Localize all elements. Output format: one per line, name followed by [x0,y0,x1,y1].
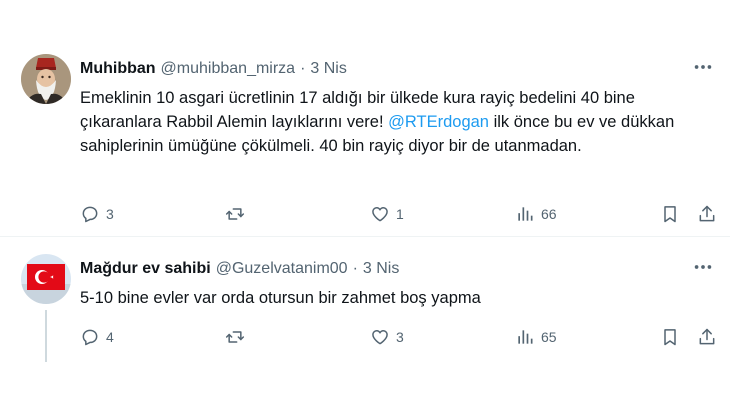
share-button[interactable] [697,201,717,227]
share-button[interactable] [697,324,717,350]
avatar-image [21,254,71,304]
heart-icon [372,207,388,222]
tweet-header: Muhibban @muhibban_mirza · 3 Nis [80,58,347,80]
more-horizontal-icon [694,65,712,69]
separator-dot: · [300,60,306,77]
share-icon [699,328,715,345]
tweet-text: Emeklinin 10 asgari ücretlinin 17 aldığı… [80,86,690,158]
reply-icon [82,329,98,346]
more-options-button[interactable] [692,56,714,78]
views-count: 66 [541,206,557,222]
tweet-actions: 3 1 66 [80,201,716,227]
user-handle[interactable]: @muhibban_mirza [161,60,296,78]
avatar-muhibban[interactable] [21,54,71,104]
tweet-time[interactable]: 3 Nis [310,60,346,78]
heart-icon [372,330,388,345]
mention-link[interactable]: @RTErdogan [388,113,489,131]
tweet-muhibban[interactable]: Muhibban @muhibban_mirza · 3 Nis Emeklin… [0,44,730,236]
bookmark-button[interactable] [660,324,680,350]
tweet-magdur-ev-sahibi[interactable]: Mağdur ev sahibi @Guzelvatanim00 · 3 Nis… [0,244,730,362]
bookmark-icon [664,206,676,223]
reply-count: 3 [106,206,114,222]
reply-button[interactable]: 3 [80,201,114,227]
retweet-icon [225,208,245,220]
views-button[interactable]: 66 [515,201,557,227]
retweet-button[interactable] [225,324,251,350]
user-handle[interactable]: @Guzelvatanim00 [216,260,348,278]
tweet-divider [0,236,730,237]
tweet-header: Mağdur ev sahibi @Guzelvatanim00 · 3 Nis [80,258,399,280]
reply-icon [82,206,98,223]
tweet-actions: 4 3 65 [80,324,716,350]
tweet-text: 5-10 bine evler var orda otursun bir zah… [80,289,481,307]
more-horizontal-icon [694,265,712,269]
avatar-magdur-ev-sahibi[interactable] [21,254,71,304]
retweet-button[interactable] [225,201,251,227]
avatar-image [21,54,71,104]
thread-line [45,310,47,362]
share-icon [699,205,715,222]
retweet-icon [225,331,245,343]
display-name[interactable]: Mağdur ev sahibi [80,260,211,278]
like-count: 3 [396,329,404,345]
tweet-thread: Muhibban @muhibban_mirza · 3 Nis Emeklin… [0,0,730,420]
bookmark-icon [664,329,676,346]
more-options-button[interactable] [692,256,714,278]
like-count: 1 [396,206,404,222]
views-count: 65 [541,329,557,345]
views-button[interactable]: 65 [515,324,557,350]
reply-button[interactable]: 4 [80,324,114,350]
display-name[interactable]: Muhibban [80,60,156,78]
like-button[interactable]: 3 [370,324,404,350]
like-button[interactable]: 1 [370,201,404,227]
views-chart-icon [518,330,533,344]
separator-dot: · [352,260,358,277]
bookmark-button[interactable] [660,201,680,227]
tweet-time[interactable]: 3 Nis [363,260,399,278]
views-chart-icon [518,207,533,221]
reply-count: 4 [106,329,114,345]
